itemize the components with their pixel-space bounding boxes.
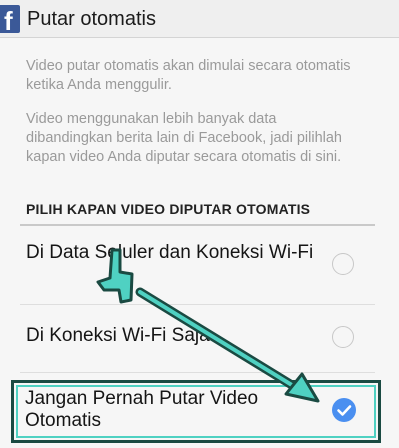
data-usage-description: Video menggunakan lebih banyak data diba…: [26, 111, 342, 165]
radio-unchecked-icon[interactable]: [332, 253, 354, 275]
radio-checked-icon[interactable]: [332, 398, 356, 422]
autoplay-description: Video putar otomatis akan dimulai secara…: [26, 58, 351, 93]
page-title: Putar otomatis: [27, 8, 156, 30]
app-header: f Putar otomatis: [0, 0, 399, 38]
section-title: PILIH KAPAN VIDEO DIPUTAR OTOMATIS: [26, 201, 311, 217]
radio-unchecked-icon[interactable]: [332, 326, 354, 348]
option-never-autoplay[interactable]: Jangan Pernah Putar Video Otomatis: [11, 380, 381, 443]
option-wifi-only[interactable]: Di Koneksi Wi-Fi Saja: [0, 305, 399, 371]
section-divider: [20, 224, 375, 226]
checkmark-icon: [337, 405, 352, 416]
option-divider: [20, 372, 375, 373]
option-label: Di Koneksi Wi-Fi Saja: [26, 325, 210, 346]
option-mobile-data-and-wifi[interactable]: Di Data Seluler dan Koneksi Wi-Fi: [0, 232, 399, 302]
option-label: Di Data Seluler dan Koneksi Wi-Fi: [26, 242, 314, 263]
facebook-logo-icon: f: [0, 5, 20, 33]
option-label: Jangan Pernah Putar Video Otomatis: [25, 388, 259, 431]
